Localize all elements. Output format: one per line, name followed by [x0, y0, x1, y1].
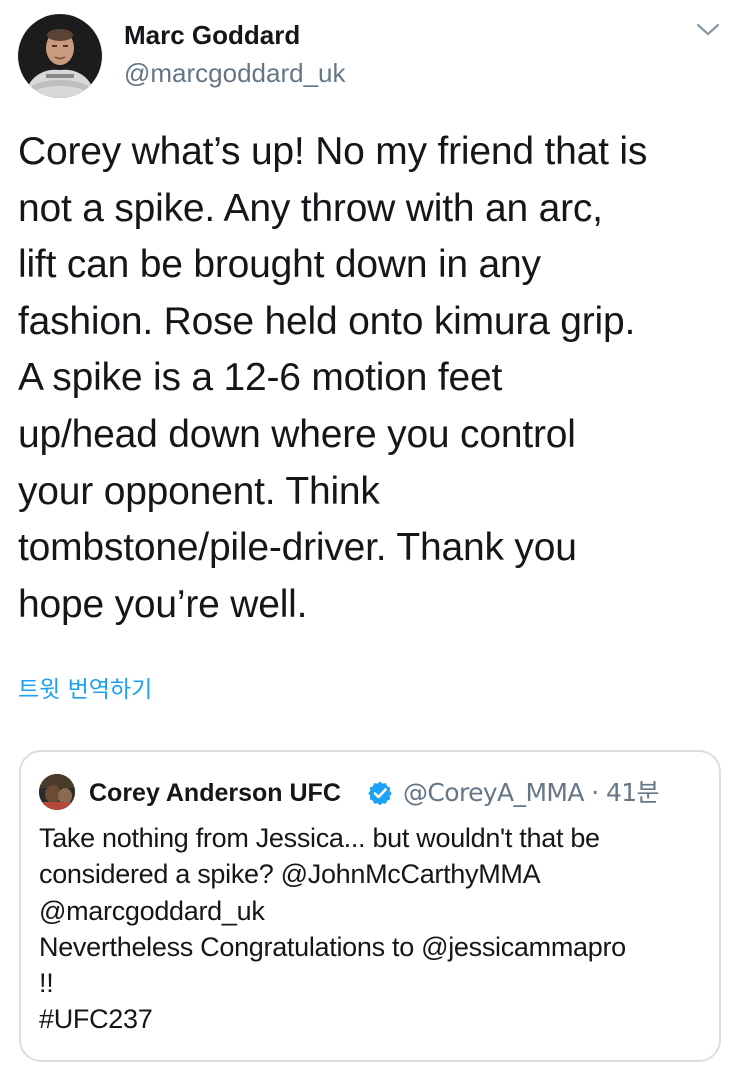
author-names: Marc Goddard @marcgoddard_uk: [124, 18, 346, 90]
tweet-card: Marc Goddard @marcgoddard_uk Corey what’…: [0, 0, 743, 1081]
quoted-tweet[interactable]: Corey Anderson UFC @CoreyA_MMA · 41분 Tak…: [19, 750, 721, 1062]
quoted-tweet-handle-time: @CoreyA_MMA · 41분: [403, 778, 660, 807]
quoted-author-avatar[interactable]: [39, 774, 75, 810]
chevron-down-icon[interactable]: [695, 20, 721, 40]
author-avatar[interactable]: [18, 14, 102, 98]
tweet-header: Marc Goddard @marcgoddard_uk: [18, 14, 725, 98]
translate-tweet-link[interactable]: 트윗 번역하기: [18, 675, 152, 705]
author-display-name[interactable]: Marc Goddard: [124, 18, 346, 52]
quoted-tweet-text: Take nothing from Jessica... but wouldn'…: [39, 823, 626, 1035]
quoted-author-display-name[interactable]: Corey Anderson UFC: [89, 777, 341, 809]
verified-badge-icon: [367, 780, 393, 806]
author-handle[interactable]: @marcgoddard_uk: [124, 56, 346, 90]
tweet-body-text: Corey what’s up! No my friend that is no…: [18, 130, 648, 626]
